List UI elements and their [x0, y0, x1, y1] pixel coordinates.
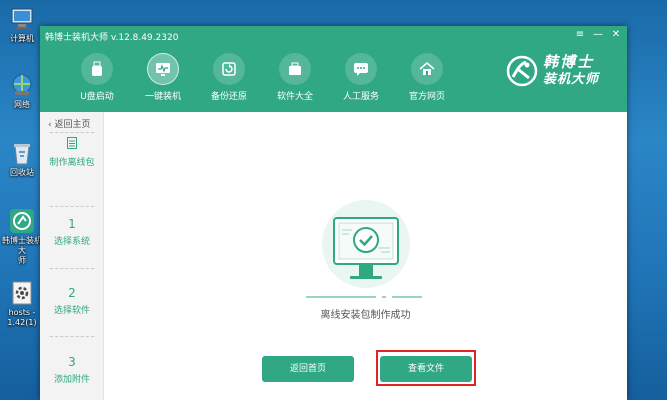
brand-line-1: 韩博士: [542, 53, 594, 71]
desktop-icon-label: 韩博士装机大 师: [2, 236, 42, 265]
nav-support[interactable]: 人工服务: [328, 53, 394, 102]
desktop-icon-computer[interactable]: 计算机: [2, 6, 42, 44]
minimize-button[interactable]: —: [591, 28, 605, 42]
computer-icon: [9, 6, 35, 32]
desktop-icon-label: 计算机: [10, 34, 34, 43]
divider: [50, 206, 94, 207]
recycle-bin-icon: [9, 140, 35, 166]
main-content: 离线安装包制作成功 返回首页 查看文件: [104, 112, 627, 400]
usb-icon: [81, 53, 113, 85]
highlight-box: [376, 350, 476, 386]
nav-software[interactable]: 软件大全: [262, 53, 328, 102]
step-add-attachments[interactable]: 3 添加附件: [40, 355, 104, 385]
divider: [50, 132, 94, 133]
list-icon: [40, 137, 104, 152]
gear-file-icon: [9, 280, 35, 306]
nav-one-click-install[interactable]: 一键装机: [130, 53, 196, 102]
step-label: 制作离线包: [49, 158, 95, 168]
desktop-icon-network[interactable]: 网络: [2, 72, 42, 110]
divider: [50, 336, 94, 337]
nav-backup-restore[interactable]: 备份还原: [196, 53, 262, 102]
steps-sidebar: ‹ 返回主页 制作离线包 1 选择系统 2 选择软件 3 添加附件: [40, 112, 104, 400]
home-icon: [411, 53, 443, 85]
success-illustration: [306, 200, 426, 304]
top-nav: U盘启动 一键装机 备份还原 软件大全 人工服务 官方网页: [64, 53, 460, 102]
desktop-icon-label: 回收站: [10, 168, 34, 177]
back-label: 返回主页: [54, 120, 91, 130]
nav-label: U盘启动: [80, 92, 114, 102]
backup-icon: [213, 53, 245, 85]
desktop-icon-label: hosts - 1.42(1): [7, 308, 37, 327]
brand-line-2: 装机大师: [542, 72, 599, 87]
divider: [50, 268, 94, 269]
nav-label: 软件大全: [276, 92, 313, 102]
step-offline-package[interactable]: 制作离线包: [40, 137, 104, 168]
step-select-software[interactable]: 2 选择软件: [40, 286, 104, 316]
desktop-icon-hosts[interactable]: hosts - 1.42(1): [2, 280, 42, 328]
network-icon: [9, 72, 35, 98]
close-button[interactable]: ✕: [609, 28, 623, 42]
step-number: 3: [68, 355, 76, 369]
step-label: 选择软件: [53, 306, 90, 316]
nav-website[interactable]: 官方网页: [394, 53, 460, 102]
monitor-check-icon: [306, 200, 426, 298]
menu-button[interactable]: ≡: [573, 28, 587, 42]
nav-usb-boot[interactable]: U盘启动: [64, 53, 130, 102]
step-label: 选择系统: [53, 237, 90, 247]
desktop-icon-hanboshi[interactable]: 韩博士装机大 师: [2, 208, 42, 266]
app-window: 韩博士装机大师 v.12.8.49.2320 ≡ — ✕ U盘启动 一键装机 备…: [40, 26, 627, 400]
step-number: 2: [68, 286, 76, 300]
nav-label: 人工服务: [342, 92, 379, 102]
monitor-icon: [147, 53, 179, 85]
success-message: 离线安装包制作成功: [320, 310, 411, 321]
nav-label: 一键装机: [144, 92, 181, 102]
desktop-icon-recycle-bin[interactable]: 回收站: [2, 140, 42, 178]
back-home-link[interactable]: ‹ 返回主页: [48, 117, 90, 130]
step-number: 1: [68, 217, 76, 231]
chat-icon: [345, 53, 377, 85]
nav-label: 官方网页: [408, 92, 445, 102]
briefcase-icon: [279, 53, 311, 85]
brand-mark-icon: [506, 55, 538, 87]
title-bar: 韩博士装机大师 v.12.8.49.2320 ≡ — ✕ U盘启动 一键装机 备…: [40, 26, 627, 112]
step-select-system[interactable]: 1 选择系统: [40, 217, 104, 247]
window-title: 韩博士装机大师 v.12.8.49.2320: [45, 33, 179, 43]
desktop-icon-label: 网络: [14, 100, 30, 109]
back-home-button[interactable]: 返回首页: [262, 356, 354, 382]
brand-logo: 韩博士 装机大师: [505, 54, 599, 88]
step-label: 添加附件: [53, 375, 90, 385]
hanboshi-app-icon: [9, 208, 35, 234]
nav-label: 备份还原: [210, 92, 247, 102]
